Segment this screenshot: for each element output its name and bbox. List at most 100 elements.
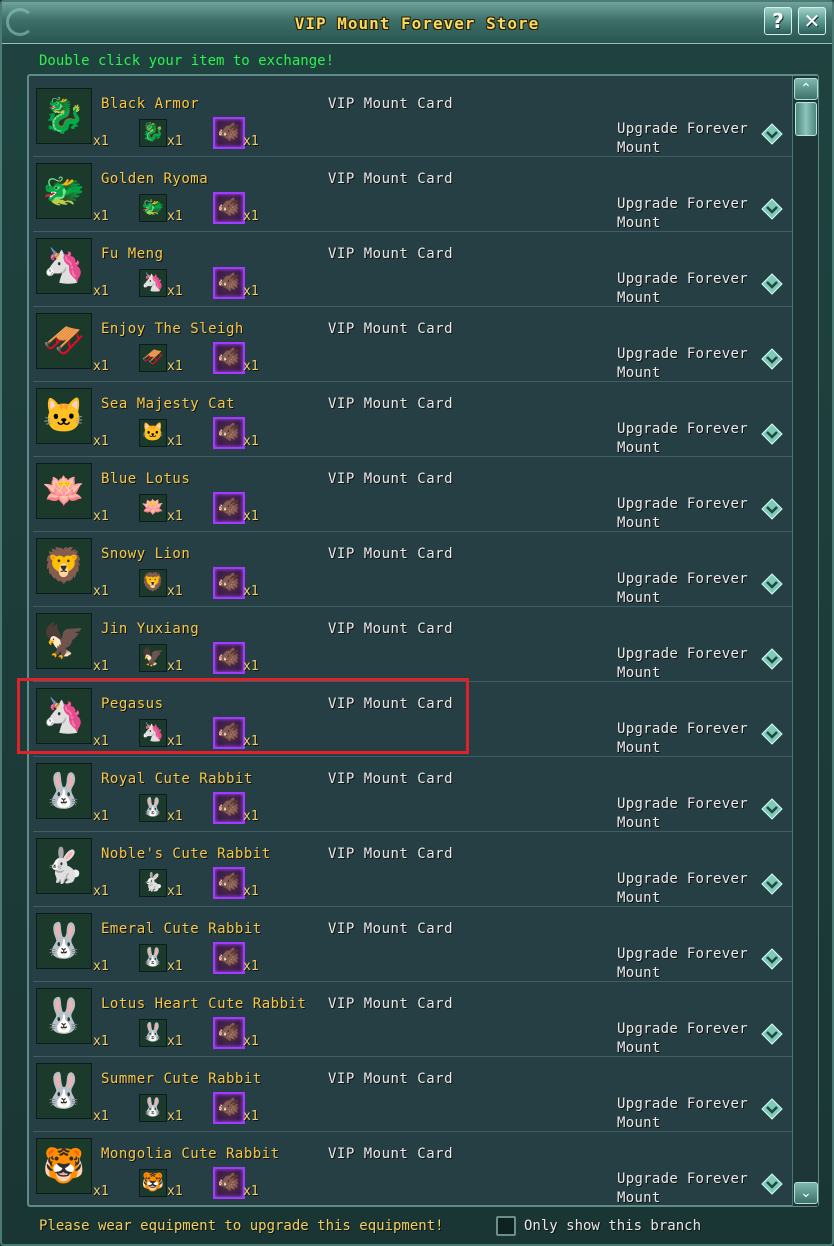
upgrade-button[interactable] [760, 797, 784, 821]
card-name: VIP Mount Card [328, 846, 454, 862]
card-name: VIP Mount Card [328, 1071, 454, 1087]
upgrade-button[interactable] [760, 947, 784, 971]
item-list: 🐉 x1 Black Armor 🐉 x1 🐗 x1 VIP Mount Card Upgrad… [33, 82, 793, 1203]
mount-material-icon[interactable]: 🐲 [139, 194, 167, 222]
scroll-down-button[interactable]: ⌄ [794, 1182, 818, 1204]
mount-material-icon[interactable]: 🐰 [139, 794, 167, 822]
card-name: VIP Mount Card [328, 771, 454, 787]
upgrade-label: Upgrade Forever Mount [617, 496, 748, 531]
upgrade-button[interactable] [760, 572, 784, 596]
mount-material-icon[interactable]: 🐰 [139, 1094, 167, 1122]
item-row[interactable]: 🐰 x1 Lotus Heart Cute Rabbit 🐰 x1 🐗 x1 VIP Moun… [33, 982, 793, 1057]
mount-icon[interactable]: 🐰 [36, 763, 92, 819]
upgrade-button[interactable] [760, 197, 784, 221]
vip-card-icon[interactable]: 🐗 [213, 417, 245, 449]
upgrade-button[interactable] [760, 1172, 784, 1196]
mount-material-icon[interactable]: 🐉 [139, 119, 167, 147]
scrollbar[interactable]: ⌃ ⌄ [792, 76, 818, 1206]
scroll-up-button[interactable]: ⌃ [794, 78, 818, 100]
upgrade-label: Upgrade Forever Mount [617, 121, 748, 156]
mount-icon[interactable]: 🦄 [36, 688, 92, 744]
mount-icon[interactable]: 🐯 [36, 1138, 92, 1194]
title-bar[interactable]: VIP Mount Forever Store ? ✕ [2, 2, 832, 44]
upgrade-button[interactable] [760, 1097, 784, 1121]
material-quantity: x1 [167, 584, 183, 599]
mount-icon[interactable]: 🐲 [36, 163, 92, 219]
mount-material-icon[interactable]: 🦅 [139, 644, 167, 672]
upgrade-button[interactable] [760, 647, 784, 671]
mount-material-icon[interactable]: 🐯 [139, 1169, 167, 1197]
close-button[interactable]: ✕ [798, 7, 826, 35]
vip-card-icon[interactable]: 🐗 [213, 1092, 245, 1124]
vip-card-icon[interactable]: 🐗 [213, 717, 245, 749]
item-row[interactable]: 🐰 x1 Emeral Cute Rabbit 🐰 x1 🐗 x1 VIP Mount Car… [33, 907, 793, 982]
vip-card-icon[interactable]: 🐗 [213, 267, 245, 299]
upgrade-button[interactable] [760, 872, 784, 896]
upgrade-button[interactable] [760, 422, 784, 446]
mount-icon[interactable]: 🦄 [36, 238, 92, 294]
vip-card-icon[interactable]: 🐗 [213, 867, 245, 899]
vip-card-icon[interactable]: 🐗 [213, 1167, 245, 1199]
mount-material-icon[interactable]: 🦁 [139, 569, 167, 597]
mount-material-icon[interactable]: 🐇 [139, 869, 167, 897]
mount-icon[interactable]: 🪷 [36, 463, 92, 519]
branch-filter-label[interactable]: Only show this branch [524, 1218, 701, 1234]
item-row[interactable]: 🐇 x1 Noble's Cute Rabbit 🐇 x1 🐗 x1 VIP Mount Ca… [33, 832, 793, 907]
mount-icon[interactable]: 🛷 [36, 313, 92, 369]
item-row[interactable]: 🦄 x1 Fu Meng 🦄 x1 🐗 x1 VIP Mount Card Upgrade Fo… [33, 232, 793, 307]
mount-quantity: x1 [93, 734, 109, 749]
mount-icon[interactable]: 🐰 [36, 1063, 92, 1119]
item-row[interactable]: 🦅 x1 Jin Yuxiang 🦅 x1 🐗 x1 VIP Mount Card Upgrad… [33, 607, 793, 682]
upgrade-button[interactable] [760, 122, 784, 146]
item-row[interactable]: 🐉 x1 Black Armor 🐉 x1 🐗 x1 VIP Mount Card Upgrad… [33, 82, 793, 157]
item-row[interactable]: 🐰 x1 Summer Cute Rabbit 🐰 x1 🐗 x1 VIP Mount Car… [33, 1057, 793, 1132]
vip-card-icon[interactable]: 🐗 [213, 642, 245, 674]
material-quantity: x1 [167, 434, 183, 449]
mount-material-icon[interactable]: 🦄 [139, 269, 167, 297]
branch-filter-checkbox[interactable] [496, 1216, 516, 1236]
item-row[interactable]: 🪷 x1 Blue Lotus 🪷 x1 🐗 x1 VIP Mount Card Upgrade… [33, 457, 793, 532]
item-row[interactable]: 🦄 x1 Pegasus 🦄 x1 🐗 x1 VIP Mount Card Upgrade Fo… [33, 682, 793, 757]
item-row[interactable]: 🐰 x1 Royal Cute Rabbit 🐰 x1 🐗 x1 VIP Mount Card… [33, 757, 793, 832]
mount-icon[interactable]: 🐱 [36, 388, 92, 444]
vip-card-icon[interactable]: 🐗 [213, 492, 245, 524]
help-button[interactable]: ? [764, 7, 792, 35]
mount-material-icon[interactable]: 🛷 [139, 344, 167, 372]
vip-card-icon[interactable]: 🐗 [213, 792, 245, 824]
upgrade-button[interactable] [760, 272, 784, 296]
chevron-down-icon [761, 1173, 783, 1195]
vip-card-icon[interactable]: 🐗 [213, 342, 245, 374]
item-row[interactable]: 🐯 x1 Mongolia Cute Rabbit 🐯 x1 🐗 x1 VIP Mount C… [33, 1132, 793, 1203]
vip-card-icon[interactable]: 🐗 [213, 567, 245, 599]
vip-card-icon[interactable]: 🐗 [213, 942, 245, 974]
upgrade-button[interactable] [760, 1022, 784, 1046]
vip-card-icon[interactable]: 🐗 [213, 192, 245, 224]
mount-material-icon[interactable]: 🪷 [139, 494, 167, 522]
mount-quantity: x1 [93, 584, 109, 599]
mount-icon[interactable]: 🐰 [36, 913, 92, 969]
item-row[interactable]: 🐱 x1 Sea Majesty Cat 🐱 x1 🐗 x1 VIP Mount Card Up… [33, 382, 793, 457]
upgrade-button[interactable] [760, 347, 784, 371]
item-row[interactable]: 🦁 x1 Snowy Lion 🦁 x1 🐗 x1 VIP Mount Card Upgrade… [33, 532, 793, 607]
scroll-thumb[interactable] [795, 102, 817, 136]
upgrade-label: Upgrade Forever Mount [617, 946, 748, 981]
instructions-text: Double click your item to exchange! [39, 53, 335, 69]
upgrade-label: Upgrade Forever Mount [617, 796, 748, 831]
mount-icon[interactable]: 🦁 [36, 538, 92, 594]
mount-icon[interactable]: 🦅 [36, 613, 92, 669]
mount-icon[interactable]: 🐇 [36, 838, 92, 894]
material-quantity: x1 [167, 809, 183, 824]
mount-icon[interactable]: 🐰 [36, 988, 92, 1044]
item-row[interactable]: 🛷 x1 Enjoy The Sleigh 🛷 x1 🐗 x1 VIP Mount Card U… [33, 307, 793, 382]
upgrade-button[interactable] [760, 497, 784, 521]
card-quantity: x1 [243, 959, 259, 974]
mount-material-icon[interactable]: 🐰 [139, 1019, 167, 1047]
vip-card-icon[interactable]: 🐗 [213, 117, 245, 149]
mount-material-icon[interactable]: 🐱 [139, 419, 167, 447]
mount-icon[interactable]: 🐉 [36, 88, 92, 144]
item-row[interactable]: 🐲 x1 Golden Ryoma 🐲 x1 🐗 x1 VIP Mount Card Upgra… [33, 157, 793, 232]
vip-card-icon[interactable]: 🐗 [213, 1017, 245, 1049]
upgrade-button[interactable] [760, 722, 784, 746]
mount-material-icon[interactable]: 🐰 [139, 944, 167, 972]
mount-material-icon[interactable]: 🦄 [139, 719, 167, 747]
